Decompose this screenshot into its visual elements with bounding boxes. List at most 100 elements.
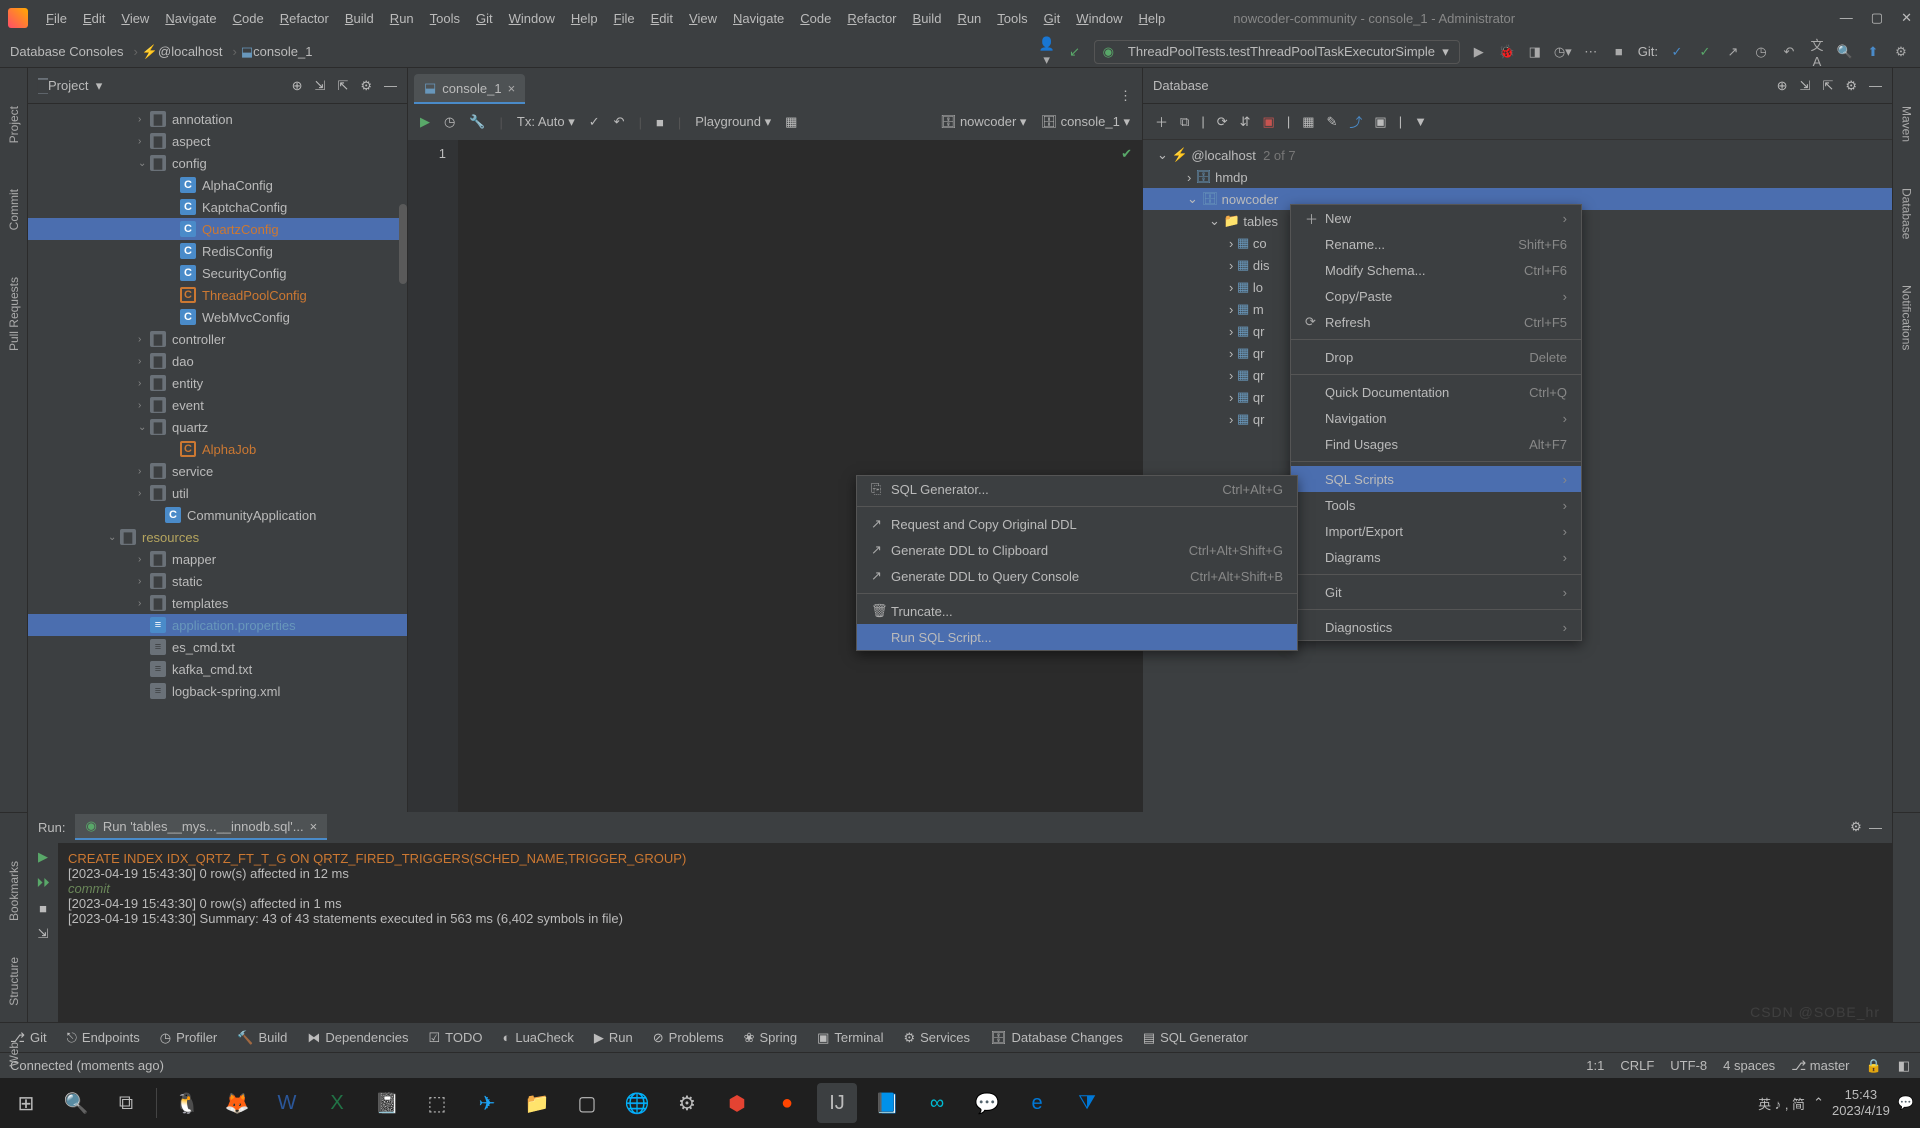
search-icon[interactable]: 🔍 — [56, 1083, 96, 1123]
menu-run[interactable]: Run — [949, 7, 989, 30]
caret-position[interactable]: 1:1 — [1586, 1058, 1604, 1074]
collapse-icon[interactable]: ⇱ — [337, 78, 348, 94]
menu-edit[interactable]: Edit — [643, 7, 681, 30]
history-icon[interactable]: ◷ — [444, 114, 455, 130]
bottom-tool-dependencies[interactable]: ⧓Dependencies — [307, 1030, 408, 1046]
menu-tools[interactable]: Tools — [422, 7, 468, 30]
bottom-tool-build[interactable]: 🔨Build — [237, 1030, 287, 1046]
chevron-down-icon[interactable]: ▾ — [96, 78, 103, 94]
hide-icon[interactable]: — — [1869, 820, 1882, 835]
tree-item[interactable]: ≡kafka_cmd.txt — [28, 658, 407, 680]
menu-item[interactable]: Rename...Shift+F6 — [1291, 231, 1581, 257]
left-tool-commit[interactable]: Commit — [7, 181, 21, 238]
menu-build[interactable]: Build — [905, 7, 950, 30]
menu-item[interactable]: Navigation› — [1291, 405, 1581, 431]
left-tool-pull-requests[interactable]: Pull Requests — [7, 269, 21, 359]
tx-mode[interactable]: Tx: Auto ▾ — [517, 114, 575, 130]
taskbar-app[interactable]: 📓 — [367, 1083, 407, 1123]
schema-selector[interactable]: 🗄 nowcoder ▾ — [940, 114, 1027, 130]
scrollbar[interactable] — [399, 204, 407, 284]
menu-item[interactable]: SQL Scripts› — [1291, 466, 1581, 492]
taskbar-app[interactable]: ✈ — [467, 1083, 507, 1123]
git-commit-icon[interactable]: ✓ — [1696, 44, 1714, 60]
attach-icon[interactable]: ⋯ — [1582, 44, 1600, 60]
right-tool-database[interactable]: Database — [1900, 180, 1914, 247]
tree-item[interactable]: CRedisConfig — [28, 240, 407, 262]
menu-navigate[interactable]: Navigate — [725, 7, 792, 30]
close-tab-icon[interactable]: × — [310, 819, 318, 834]
stop-icon[interactable]: ■ — [39, 901, 47, 916]
run-icon[interactable]: ▶ — [1470, 44, 1488, 60]
tree-item[interactable]: ›▇controller — [28, 328, 407, 350]
tree-item[interactable]: CThreadPoolConfig — [28, 284, 407, 306]
build-icon[interactable]: ↙ — [1066, 44, 1084, 60]
taskbar-app[interactable]: 🌐 — [617, 1083, 657, 1123]
bottom-tool-terminal[interactable]: ▣Terminal — [817, 1030, 883, 1046]
menu-item[interactable]: 🗑Truncate... — [857, 598, 1297, 624]
taskview-icon[interactable]: ⧉ — [106, 1083, 146, 1123]
stop-icon[interactable]: ▣ — [1263, 114, 1275, 130]
menu-item[interactable]: ↗Generate DDL to ClipboardCtrl+Alt+Shift… — [857, 537, 1297, 563]
taskbar-app[interactable]: ⬚ — [417, 1083, 457, 1123]
settings-icon[interactable]: ⚙ — [1845, 78, 1857, 94]
taskbar-app[interactable]: 🦊 — [217, 1083, 257, 1123]
menu-item[interactable]: Quick DocumentationCtrl+Q — [1291, 379, 1581, 405]
menu-view[interactable]: View — [681, 7, 725, 30]
run-config-selector[interactable]: ◉ ThreadPoolTests.testThreadPoolTaskExec… — [1094, 40, 1460, 64]
taskbar-app[interactable]: 🐧 — [167, 1083, 207, 1123]
menu-code[interactable]: Code — [792, 7, 839, 30]
menu-item[interactable]: ⟳RefreshCtrl+F5 — [1291, 309, 1581, 335]
tray-date[interactable]: 2023/4/19 — [1832, 1103, 1890, 1119]
menu-refactor[interactable]: Refactor — [839, 7, 904, 30]
bottom-tool-spring[interactable]: ❀Spring — [744, 1030, 797, 1046]
tree-item[interactable]: CWebMvcConfig — [28, 306, 407, 328]
tree-item[interactable]: ›▇aspect — [28, 130, 407, 152]
tree-item[interactable]: CCommunityApplication — [28, 504, 407, 526]
select-opened-icon[interactable]: ⊕ — [292, 78, 303, 94]
profiler-icon[interactable]: ◷▾ — [1554, 44, 1572, 60]
expand-icon[interactable]: ⇲ — [1800, 78, 1811, 94]
line-separator[interactable]: CRLF — [1620, 1058, 1654, 1074]
translate-icon[interactable]: 文A — [1808, 35, 1826, 69]
tray-notification-icon[interactable]: 💬 — [1898, 1095, 1914, 1111]
bottom-tool-endpoints[interactable]: ⎋Endpoints — [67, 1030, 140, 1046]
db-tree-item[interactable]: › 🗄 hmdp — [1143, 166, 1892, 188]
bottom-tool-profiler[interactable]: ◷Profiler — [160, 1030, 218, 1046]
tray-chevron-icon[interactable]: ⌃ — [1813, 1095, 1824, 1111]
debug-icon[interactable]: 🐞 — [1498, 44, 1516, 60]
view-icon[interactable]: ▦ — [785, 114, 797, 130]
add-icon[interactable]: ＋ — [1155, 112, 1168, 131]
menu-item[interactable]: ↗Generate DDL to Query ConsoleCtrl+Alt+S… — [857, 563, 1297, 589]
breadcrumb[interactable]: @localhost — [158, 44, 223, 59]
menu-item[interactable]: ⎘SQL Generator...Ctrl+Alt+G — [857, 476, 1297, 502]
tree-item[interactable]: ⌄▇config — [28, 152, 407, 174]
hide-icon[interactable]: — — [1869, 78, 1882, 94]
expand-icon[interactable]: ⇲ — [315, 78, 326, 94]
search-icon[interactable]: 🔍 — [1836, 44, 1854, 60]
tree-item[interactable]: CKaptchaConfig — [28, 196, 407, 218]
menu-git[interactable]: Git — [1036, 7, 1069, 30]
menu-item[interactable]: Find UsagesAlt+F7 — [1291, 431, 1581, 457]
resume-icon[interactable]: ⏵⏵ — [37, 875, 50, 891]
tree-item[interactable]: ›▇event — [28, 394, 407, 416]
breadcrumb[interactable]: Database Consoles — [10, 44, 123, 59]
menu-item[interactable]: Modify Schema...Ctrl+F6 — [1291, 257, 1581, 283]
git-rollback-icon[interactable]: ↶ — [1780, 44, 1798, 60]
stop-icon[interactable]: ■ — [1610, 44, 1628, 59]
menu-item[interactable]: Import/Export› — [1291, 518, 1581, 544]
bottom-tool-run[interactable]: ▶Run — [594, 1030, 633, 1046]
run-tab[interactable]: ◉ Run 'tables__mys...__innodb.sql'... × — [75, 814, 327, 840]
edit-icon[interactable]: ✎ — [1327, 114, 1338, 130]
tree-item[interactable]: CSecurityConfig — [28, 262, 407, 284]
bottom-tool-services[interactable]: ⚙Services — [903, 1030, 970, 1046]
git-branch[interactable]: ⎇ master — [1791, 1058, 1849, 1074]
maximize-icon[interactable]: ▢ — [1871, 10, 1883, 26]
taskbar-app[interactable]: ⧩ — [1067, 1083, 1107, 1123]
breadcrumb[interactable]: console_1 — [253, 44, 312, 59]
menu-git[interactable]: Git — [468, 7, 501, 30]
explain-icon[interactable]: 🔧 — [469, 114, 485, 130]
bottom-tool-sql-generator[interactable]: ▤SQL Generator — [1143, 1030, 1248, 1046]
menu-help[interactable]: Help — [1131, 7, 1174, 30]
taskbar-app-active[interactable]: IJ — [817, 1083, 857, 1123]
encoding[interactable]: UTF-8 — [1670, 1058, 1707, 1074]
